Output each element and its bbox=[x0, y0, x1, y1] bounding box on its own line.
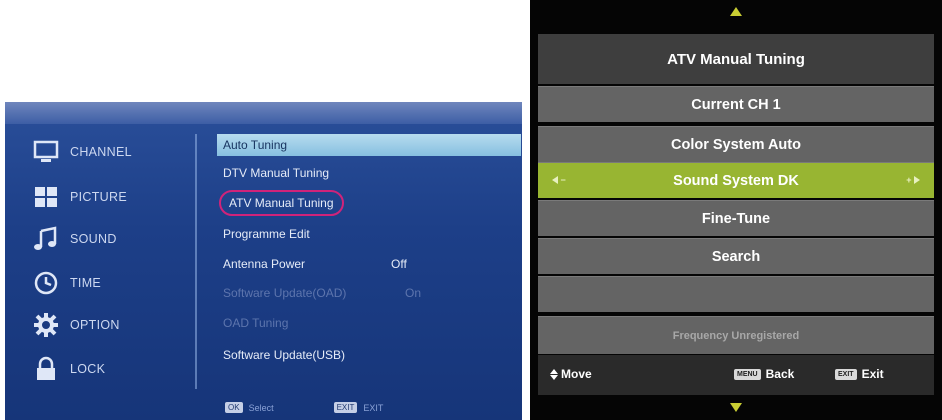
scroll-down-arrow-icon[interactable] bbox=[730, 403, 742, 412]
menu-item-atv-manual-tuning[interactable]: ATV Manual Tuning bbox=[219, 190, 344, 216]
row-label: Fine-Tune bbox=[701, 210, 771, 227]
menu-item-programme-edit[interactable]: Programme Edit bbox=[217, 223, 310, 245]
menu-item-label: OAD Tuning bbox=[223, 316, 289, 330]
frequency-status: Frequency Unregistered bbox=[538, 316, 934, 354]
category-label: OPTION bbox=[70, 318, 120, 332]
menu-key-icon: MENU bbox=[734, 368, 761, 380]
category-lock[interactable]: LOCK bbox=[31, 352, 105, 386]
menu-footer-hints: OK Select EXIT EXIT bbox=[225, 402, 383, 413]
increase-arrow-icon[interactable]: + bbox=[906, 175, 920, 185]
dialog-footer: Move MENU Back EXIT Exit bbox=[538, 355, 934, 395]
row-label: Sound System DK bbox=[673, 172, 799, 189]
back-hint[interactable]: MENU Back bbox=[734, 367, 794, 381]
monitor-icon bbox=[31, 137, 61, 167]
atv-manual-tuning-dialog: ATV Manual Tuning Current CH 1 Color Sys… bbox=[530, 0, 942, 420]
row-label: Current CH 1 bbox=[691, 96, 781, 113]
status-text: Frequency Unregistered bbox=[672, 329, 800, 342]
ok-key-icon: OK bbox=[225, 402, 243, 413]
category-label: TIME bbox=[70, 276, 102, 290]
music-note-icon bbox=[31, 224, 61, 254]
row-empty bbox=[538, 276, 934, 312]
dialog-title: ATV Manual Tuning bbox=[538, 34, 934, 84]
main-settings-menu: CHANNEL PICTURE SOUND TIME OPTION LOCK A… bbox=[5, 102, 522, 420]
exit-key-icon: EXIT bbox=[333, 402, 358, 413]
menu-item-oad-tuning: OAD Tuning bbox=[217, 312, 288, 334]
menu-item-label: DTV Manual Tuning bbox=[223, 166, 330, 180]
row-label: Search bbox=[711, 248, 761, 265]
menu-item-label: Software Update(USB) bbox=[223, 348, 346, 362]
category-picture[interactable]: PICTURE bbox=[31, 180, 127, 214]
up-down-arrows-icon bbox=[550, 368, 558, 380]
antenna-power-value: Off bbox=[391, 257, 407, 271]
move-label: Move bbox=[561, 367, 592, 381]
exit-key-icon: EXIT bbox=[835, 368, 857, 380]
menu-item-label: Software Update(OAD) bbox=[223, 286, 347, 300]
menu-item-label: Auto Tuning bbox=[223, 138, 288, 152]
category-time[interactable]: TIME bbox=[31, 266, 101, 300]
decrease-arrow-icon[interactable]: − bbox=[552, 175, 566, 185]
lock-icon bbox=[31, 354, 61, 384]
software-update-oad-value: On bbox=[405, 286, 422, 300]
picture-grid-icon bbox=[31, 182, 61, 212]
menu-item-auto-tuning[interactable]: Auto Tuning bbox=[217, 134, 521, 156]
row-current-channel[interactable]: Current CH 1 bbox=[538, 86, 934, 122]
menu-item-software-update-oad: Software Update(OAD) On bbox=[217, 282, 433, 304]
category-label: LOCK bbox=[70, 362, 106, 376]
exit-label: Exit bbox=[861, 367, 884, 381]
scroll-up-arrow-icon[interactable] bbox=[730, 7, 742, 16]
category-channel[interactable]: CHANNEL bbox=[31, 135, 132, 169]
menu-top-bar bbox=[5, 102, 522, 124]
category-label: SOUND bbox=[70, 232, 117, 246]
row-search[interactable]: Search bbox=[538, 238, 934, 274]
category-label: CHANNEL bbox=[70, 145, 132, 159]
category-option[interactable]: OPTION bbox=[31, 308, 120, 342]
menu-divider bbox=[195, 134, 197, 389]
select-hint: Select bbox=[248, 402, 274, 413]
row-label: Color System Auto bbox=[671, 136, 801, 153]
back-label: Back bbox=[765, 367, 795, 381]
menu-item-label: Programme Edit bbox=[223, 227, 310, 241]
gear-icon bbox=[31, 310, 61, 340]
category-label: PICTURE bbox=[70, 190, 127, 204]
menu-item-software-update-usb[interactable]: Software Update(USB) bbox=[217, 344, 345, 366]
menu-item-dtv-manual-tuning[interactable]: DTV Manual Tuning bbox=[217, 162, 329, 184]
menu-item-label: ATV Manual Tuning bbox=[229, 196, 334, 210]
menu-item-label: Antenna Power bbox=[223, 257, 306, 271]
row-color-system[interactable]: Color System Auto bbox=[538, 126, 934, 162]
row-sound-system[interactable]: − Sound System DK + bbox=[538, 162, 934, 198]
exit-hint[interactable]: EXIT Exit bbox=[835, 367, 884, 381]
move-hint: Move bbox=[550, 367, 592, 381]
category-sound[interactable]: SOUND bbox=[31, 222, 117, 256]
row-fine-tune[interactable]: Fine-Tune bbox=[538, 200, 934, 236]
clock-icon bbox=[31, 268, 61, 298]
exit-hint: EXIT bbox=[363, 402, 384, 413]
menu-item-antenna-power[interactable]: Antenna Power Off bbox=[217, 253, 423, 275]
